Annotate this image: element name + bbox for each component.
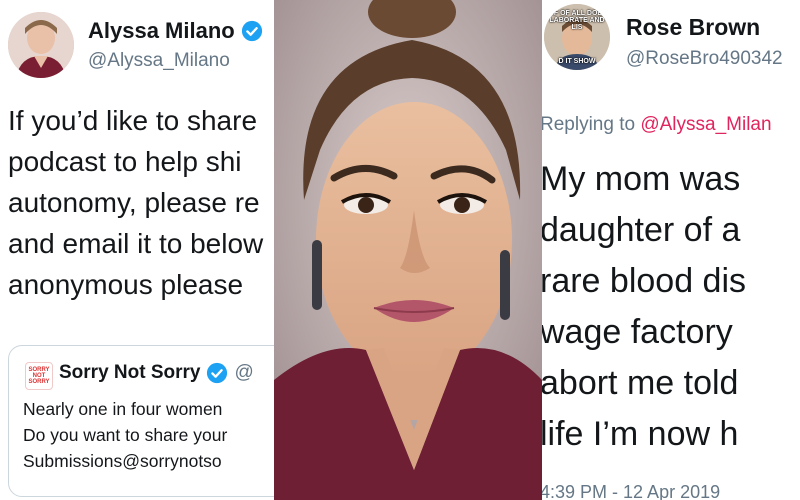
avatar-caption-top: IF OF ALL DOE LABORATE AND LIS	[549, 10, 605, 31]
tweet-text-line: wage factory	[540, 313, 733, 351]
author-handle[interactable]: @RoseBro490342	[626, 48, 783, 70]
quoted-author-handle[interactable]: @	[234, 362, 253, 384]
verified-badge-icon	[207, 362, 228, 384]
quoted-tweet-line: Nearly one in four women	[23, 399, 223, 419]
portrait-illustration	[274, 0, 542, 500]
tweet-text-line: and email it to below	[8, 228, 264, 259]
tweet-text-line: If you’d like to share	[8, 105, 258, 136]
quoted-tweet-card[interactable]: SORRY NOT SORRY Sorry Not Sorry @ Nearly…	[8, 345, 282, 497]
quoted-tweet-line: Do you want to share your	[23, 425, 228, 445]
verified-badge-icon	[241, 20, 262, 42]
author-avatar[interactable]: IF OF ALL DOE LABORATE AND LIS D IT SHOW	[544, 4, 610, 70]
portrait-photo	[274, 0, 542, 500]
tweet-text: My mom was daughter of a rare blood dis …	[540, 154, 746, 460]
tweet-text-line: life I’m now h	[540, 415, 739, 453]
tweet-text-line: rare blood dis	[540, 262, 747, 300]
tweet-text-line: autonomy, please re	[8, 187, 260, 218]
tweet-text-line: anonymous please	[8, 269, 244, 300]
quoted-author-name[interactable]: Sorry Not Sorry	[59, 362, 200, 384]
tweet-text-line: daughter of a	[540, 211, 741, 249]
tweet-timestamp[interactable]: 4:39 PM - 12 Apr 2019	[540, 482, 720, 500]
tweet-text-line: abort me told	[540, 364, 739, 402]
reply-context: Replying to @Alyssa_Milan	[540, 114, 772, 136]
avatar-caption-bottom: D IT SHOW	[558, 58, 596, 65]
right-tweet-panel: IF OF ALL DOE LABORATE AND LIS D IT SHOW…	[536, 0, 800, 500]
author-avatar[interactable]	[8, 12, 74, 78]
tweet-text: If you’d like to share podcast to help s…	[8, 100, 263, 305]
tweet-text-line: podcast to help shi	[8, 146, 242, 177]
left-tweet-panel: Alyssa Milano @Alyssa_Milano If you’d li…	[0, 0, 282, 500]
quoted-tweet-line: Submissions@sorrynotso	[23, 451, 222, 471]
reply-mention-link[interactable]: @Alyssa_Milan	[640, 114, 771, 135]
author-name[interactable]: Alyssa Milano	[88, 18, 235, 44]
author-handle[interactable]: @Alyssa_Milano	[88, 50, 230, 72]
quoted-author-logo-text: SORRY NOT SORRY	[28, 367, 50, 385]
quoted-author-logo: SORRY NOT SORRY	[25, 362, 53, 390]
reply-prefix: Replying to	[540, 114, 636, 135]
quoted-tweet-text: Nearly one in four women Do you want to …	[23, 396, 227, 474]
author-name[interactable]: Rose Brown	[626, 14, 760, 41]
tweet-text-line: My mom was	[540, 160, 741, 198]
